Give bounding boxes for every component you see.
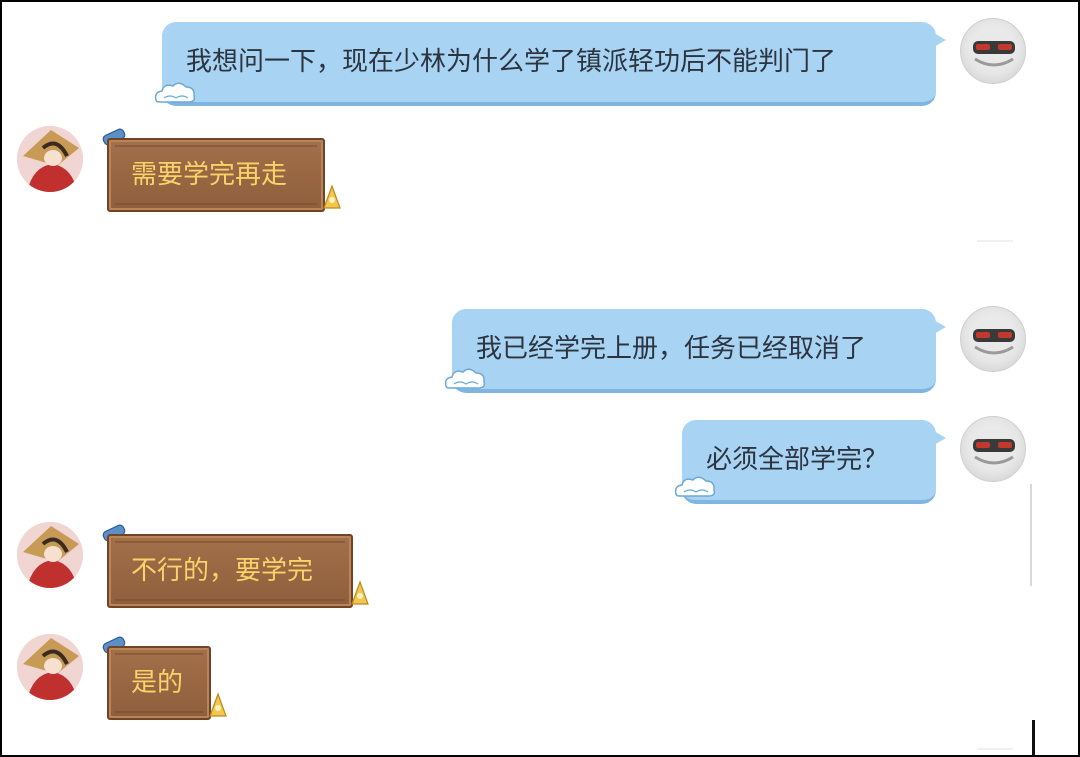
plank-edge [115,711,203,713]
red-robed-character-icon [17,522,83,588]
chat-window: 我想问一下，现在少林为什么学了镇派轻功后不能判门了 需要学完再走 我已经学完上册… [2,2,1078,755]
message-bubble-other[interactable]: 是的 [107,646,211,720]
gold-corner-icon [323,184,341,209]
masked-character-icon [972,31,1016,67]
plank-edge [115,653,203,655]
red-robed-character-icon [17,634,83,700]
message-text: 不行的，要学完 [131,556,314,586]
message-text: 我想问一下，现在少林为什么学了镇派轻功后不能判门了 [186,47,837,77]
avatar-other[interactable] [17,522,83,588]
masked-character-icon [972,319,1016,355]
faint-divider [977,748,1013,750]
scroll-edge-line [1030,484,1032,586]
message-bubble-other[interactable]: 不行的，要学完 [107,534,353,608]
message-bubble-self[interactable]: 我已经学完上册，任务已经取消了 [452,309,946,393]
message-text: 必须全部学完？ [706,445,889,475]
avatar-self[interactable] [960,306,1026,372]
message-bubble-other[interactable]: 需要学完再走 [107,138,325,212]
avatar-other[interactable] [17,126,83,192]
faint-divider [977,240,1013,242]
masked-character-icon [972,429,1016,465]
avatar-self[interactable] [960,18,1026,84]
cloud-icon [154,82,196,103]
message-text: 需要学完再走 [131,160,288,190]
text-cursor [1032,720,1035,755]
cloud-icon [674,476,716,497]
plank-edge [115,145,317,147]
gold-corner-icon [351,580,369,605]
message-text: 是的 [131,668,184,698]
plank-edge [115,599,345,601]
cloud-icon [444,368,486,389]
plank-edge [115,203,317,205]
message-bubble-self[interactable]: 我想问一下，现在少林为什么学了镇派轻功后不能判门了 [162,22,946,106]
plank-edge [115,541,345,543]
message-bubble-self[interactable]: 必须全部学完？ [682,420,946,504]
red-robed-character-icon [17,126,83,192]
avatar-other[interactable] [17,634,83,700]
avatar-self[interactable] [960,416,1026,482]
message-text: 我已经学完上册，任务已经取消了 [476,334,867,364]
gold-corner-icon [209,692,227,717]
